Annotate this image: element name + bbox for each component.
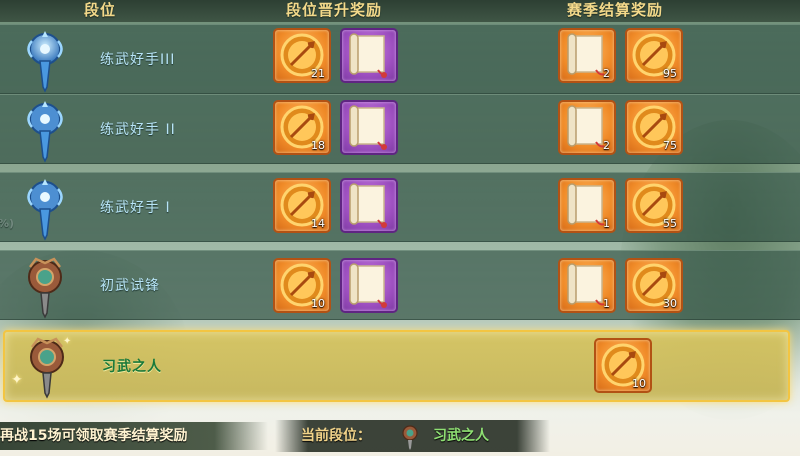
bronze-sword-emblem-icon bbox=[402, 425, 418, 450]
reward-item[interactable] bbox=[340, 258, 398, 313]
current-rank-value: 习武之人 bbox=[433, 428, 489, 444]
season-reward-column-header: 赛季结算奖励 bbox=[567, 1, 664, 19]
reward-item[interactable] bbox=[340, 28, 398, 83]
item-count: 10 bbox=[311, 297, 325, 310]
item-count: 2 bbox=[603, 139, 610, 152]
blue-sword-emblem-icon bbox=[20, 27, 70, 93]
sparkle-icon: ✦ bbox=[11, 372, 23, 388]
scroll-icon bbox=[349, 183, 387, 228]
battle-hint-text: 再战15场可领取赛季结算奖励 bbox=[0, 428, 188, 444]
reward-item[interactable]: 30 bbox=[625, 258, 683, 313]
rank-column-header: 段位 bbox=[84, 1, 117, 19]
rank-name: 习武之人 bbox=[102, 359, 162, 375]
item-count: 2 bbox=[603, 67, 610, 80]
reward-item[interactable]: 10 bbox=[594, 338, 652, 393]
sparkle-icon: ✦ bbox=[63, 336, 72, 347]
table-header: 段位 段位晋升奖励 赛季结算奖励 bbox=[0, 0, 800, 22]
bronze-sword-emblem-icon bbox=[20, 253, 70, 319]
rank-row: 初武试锋 10 1 30 bbox=[0, 250, 800, 320]
reward-item[interactable]: 10 bbox=[273, 258, 331, 313]
reward-item[interactable]: 75 bbox=[625, 100, 683, 155]
blue-sword-emblem-icon bbox=[20, 97, 70, 163]
promotion-reward-column-header: 段位晋升奖励 bbox=[286, 1, 383, 19]
reward-item[interactable]: 2 bbox=[558, 100, 616, 155]
current-rank-row: ✦ ✦ 习武之人 10 bbox=[3, 330, 790, 402]
item-count: 14 bbox=[311, 217, 325, 230]
scroll-icon bbox=[349, 263, 387, 308]
item-count: 21 bbox=[311, 67, 325, 80]
reward-item[interactable]: 18 bbox=[273, 100, 331, 155]
reward-item[interactable]: 95 bbox=[625, 28, 683, 83]
item-count: 95 bbox=[663, 67, 677, 80]
item-count: 55 bbox=[663, 217, 677, 230]
item-count: 1 bbox=[603, 297, 610, 310]
rank-name: 练武好手 II bbox=[100, 122, 176, 138]
rank-name: 初武试锋 bbox=[100, 278, 160, 294]
item-count: 10 bbox=[632, 377, 646, 390]
battle-hint-bar: 再战15场可领取赛季结算奖励 bbox=[0, 422, 268, 450]
blue-sword-emblem-icon bbox=[20, 175, 70, 241]
current-rank-label: 当前段位： bbox=[301, 428, 371, 444]
rank-name: 练武好手 I bbox=[100, 200, 171, 216]
current-rank-bar: 当前段位： 习武之人 bbox=[275, 420, 550, 452]
scroll-icon bbox=[349, 33, 387, 78]
rank-name: 练武好手III bbox=[100, 52, 176, 68]
reward-item[interactable]: 1 bbox=[558, 178, 616, 233]
reward-item[interactable]: 1 bbox=[558, 258, 616, 313]
rank-row: 练武好手III 21 2 95 bbox=[0, 24, 800, 94]
reward-item[interactable]: 2 bbox=[558, 28, 616, 83]
reward-item[interactable] bbox=[340, 100, 398, 155]
rank-row: 练武好手 II 18 2 75 bbox=[0, 94, 800, 164]
item-count: 18 bbox=[311, 139, 325, 152]
rank-row: 练武好手 I 14 1 55 bbox=[0, 172, 800, 242]
scroll-icon bbox=[349, 105, 387, 150]
reward-item[interactable] bbox=[340, 178, 398, 233]
item-count: 1 bbox=[603, 217, 610, 230]
item-count: 30 bbox=[663, 297, 677, 310]
reward-item[interactable]: 21 bbox=[273, 28, 331, 83]
reward-item[interactable]: 14 bbox=[273, 178, 331, 233]
item-count: 75 bbox=[663, 139, 677, 152]
reward-item[interactable]: 55 bbox=[625, 178, 683, 233]
